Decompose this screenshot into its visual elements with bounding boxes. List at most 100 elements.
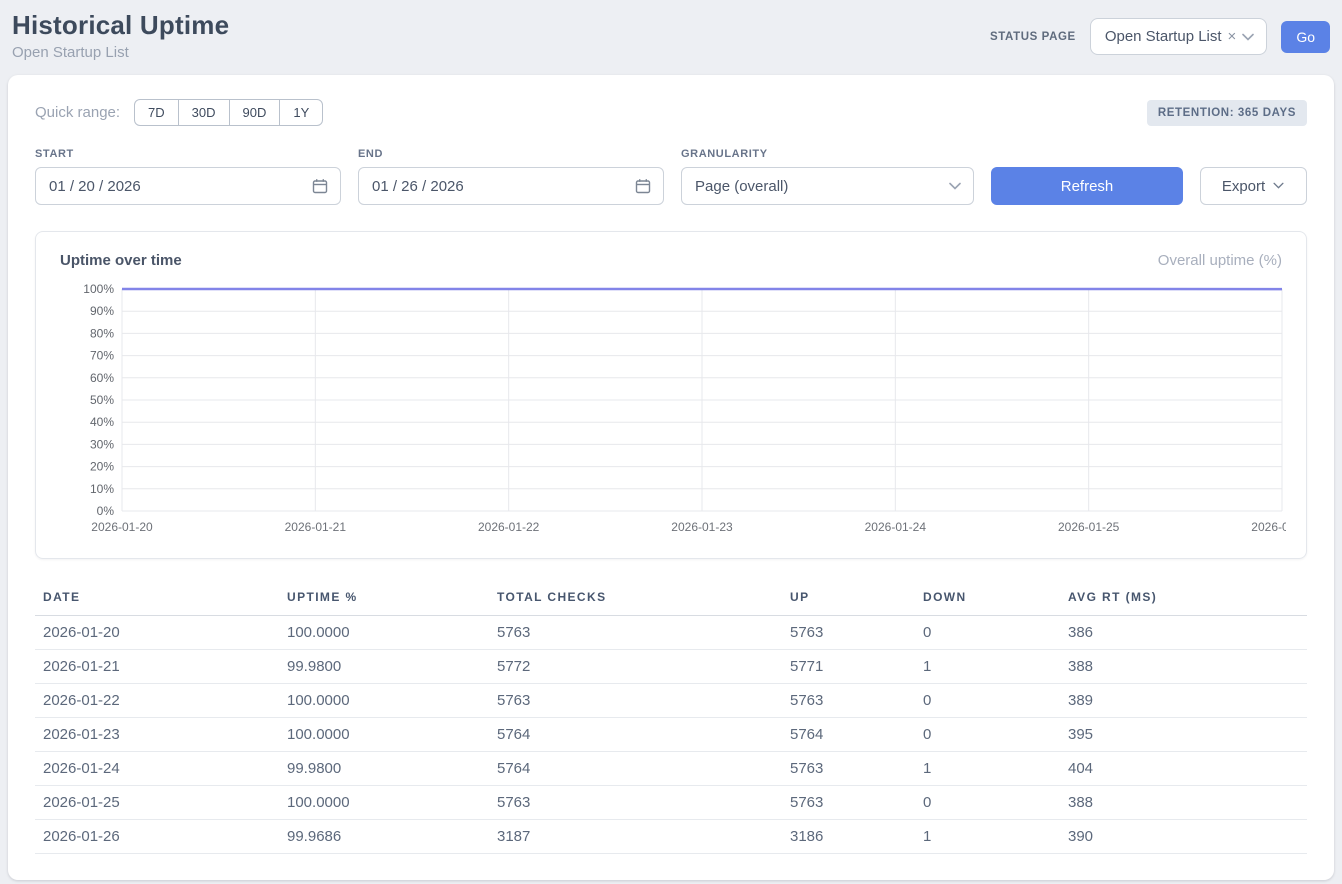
svg-text:80%: 80% (90, 326, 114, 340)
table-row: 2026-01-23100.0000576457640395 (35, 718, 1307, 752)
svg-text:70%: 70% (90, 349, 114, 363)
end-date-value: 01 / 26 / 2026 (372, 178, 464, 195)
start-date-field: START 01 / 20 / 2026 (35, 148, 341, 205)
granularity-value: Page (overall) (695, 178, 788, 195)
svg-text:60%: 60% (90, 371, 114, 385)
granularity-select[interactable]: Page (overall) (681, 167, 974, 205)
calendar-icon[interactable] (635, 178, 651, 194)
table-cell: 5763 (489, 684, 782, 718)
table-cell: 5764 (782, 718, 915, 752)
table-cell: 395 (1060, 718, 1307, 752)
table-cell: 2026-01-24 (35, 752, 279, 786)
statuspage-selected-value: Open Startup List (1105, 28, 1222, 45)
quick-range-90d-button[interactable]: 90D (229, 99, 281, 126)
column-header: DOWN (915, 581, 1060, 616)
svg-text:2026-01-24: 2026-01-24 (865, 520, 927, 534)
page-title: Historical Uptime (12, 10, 229, 41)
page-subtitle: Open Startup List (12, 44, 229, 61)
table-cell: 0 (915, 718, 1060, 752)
table-header-row: DATEUPTIME %TOTAL CHECKSUPDOWNAVG RT (MS… (35, 581, 1307, 616)
uptime-line-chart: 0%10%20%30%40%50%60%70%80%90%100%2026-01… (58, 281, 1286, 539)
table-cell: 99.9686 (279, 820, 489, 854)
column-header: TOTAL CHECKS (489, 581, 782, 616)
clear-icon[interactable]: × (1228, 28, 1237, 45)
table-cell: 5772 (489, 650, 782, 684)
svg-text:2026-01-26: 2026-01-26 (1251, 520, 1286, 534)
table-cell: 390 (1060, 820, 1307, 854)
table-cell: 1 (915, 650, 1060, 684)
end-date-input[interactable]: 01 / 26 / 2026 (358, 167, 664, 205)
end-label: END (358, 148, 664, 160)
quick-range-7d-button[interactable]: 7D (134, 99, 179, 126)
table-body: 2026-01-20100.00005763576303862026-01-21… (35, 616, 1307, 854)
go-button[interactable]: Go (1281, 21, 1330, 53)
table-cell: 404 (1060, 752, 1307, 786)
table-row: 2026-01-22100.0000576357630389 (35, 684, 1307, 718)
table-cell: 100.0000 (279, 718, 489, 752)
start-date-input[interactable]: 01 / 20 / 2026 (35, 167, 341, 205)
end-date-field: END 01 / 26 / 2026 (358, 148, 664, 205)
statuspage-select[interactable]: Open Startup List × (1090, 18, 1268, 55)
chart-header: Uptime over time Overall uptime (%) (58, 252, 1284, 281)
table-cell: 3187 (489, 820, 782, 854)
export-button[interactable]: Export (1200, 167, 1307, 205)
svg-text:0%: 0% (97, 504, 115, 518)
table-cell: 2026-01-23 (35, 718, 279, 752)
retention-badge: RETENTION: 365 DAYS (1147, 100, 1307, 126)
table-cell: 5763 (782, 786, 915, 820)
table-cell: 5763 (782, 616, 915, 650)
chevron-down-icon (1273, 182, 1285, 190)
table-cell: 99.9800 (279, 650, 489, 684)
table-cell: 100.0000 (279, 616, 489, 650)
column-header: DATE (35, 581, 279, 616)
table-cell: 1 (915, 752, 1060, 786)
chevron-down-icon (949, 182, 961, 190)
table-cell: 100.0000 (279, 786, 489, 820)
top-bar: Historical Uptime Open Startup List STAT… (0, 0, 1342, 75)
svg-text:90%: 90% (90, 304, 114, 318)
quick-range-30d-button[interactable]: 30D (178, 99, 230, 126)
column-header: AVG RT (MS) (1060, 581, 1307, 616)
filters-row: START 01 / 20 / 2026 END 01 / 26 / 2026 … (35, 148, 1307, 205)
table-cell: 386 (1060, 616, 1307, 650)
svg-text:50%: 50% (90, 393, 114, 407)
table-row: 2026-01-20100.0000576357630386 (35, 616, 1307, 650)
table-cell: 388 (1060, 650, 1307, 684)
table-cell: 388 (1060, 786, 1307, 820)
svg-text:2026-01-20: 2026-01-20 (91, 520, 153, 534)
table-row: 2026-01-2699.9686318731861390 (35, 820, 1307, 854)
granularity-field: GRANULARITY Page (overall) (681, 148, 974, 205)
quick-range-1y-button[interactable]: 1Y (279, 99, 323, 126)
table-cell: 5764 (489, 718, 782, 752)
main-panel: Quick range: 7D30D90D1Y RETENTION: 365 D… (8, 75, 1334, 880)
table-cell: 5763 (489, 616, 782, 650)
svg-text:2026-01-23: 2026-01-23 (671, 520, 733, 534)
table-cell: 2026-01-20 (35, 616, 279, 650)
table-cell: 5763 (489, 786, 782, 820)
table-cell: 5763 (782, 752, 915, 786)
start-date-value: 01 / 20 / 2026 (49, 178, 141, 195)
table-cell: 2026-01-21 (35, 650, 279, 684)
refresh-button[interactable]: Refresh (991, 167, 1183, 205)
table-cell: 1 (915, 820, 1060, 854)
table-cell: 389 (1060, 684, 1307, 718)
calendar-icon[interactable] (312, 178, 328, 194)
chevron-down-icon (1242, 33, 1254, 41)
uptime-chart-card: Uptime over time Overall uptime (%) 0% 10… (35, 231, 1307, 559)
table-cell: 0 (915, 684, 1060, 718)
table-cell: 5763 (782, 684, 915, 718)
chart-title: Uptime over time (60, 252, 182, 269)
quick-range-label: Quick range: (35, 104, 120, 121)
start-label: START (35, 148, 341, 160)
table-cell: 2026-01-26 (35, 820, 279, 854)
export-button-label: Export (1222, 178, 1265, 195)
svg-text:10%: 10% (90, 482, 114, 496)
table-cell: 0 (915, 616, 1060, 650)
table-row: 2026-01-2199.9800577257711388 (35, 650, 1307, 684)
quick-range-group: 7D30D90D1Y (134, 99, 323, 126)
svg-text:40%: 40% (90, 415, 114, 429)
svg-text:2026-01-25: 2026-01-25 (1058, 520, 1120, 534)
table-cell: 0 (915, 786, 1060, 820)
table-cell: 99.9800 (279, 752, 489, 786)
table-row: 2026-01-2499.9800576457631404 (35, 752, 1307, 786)
